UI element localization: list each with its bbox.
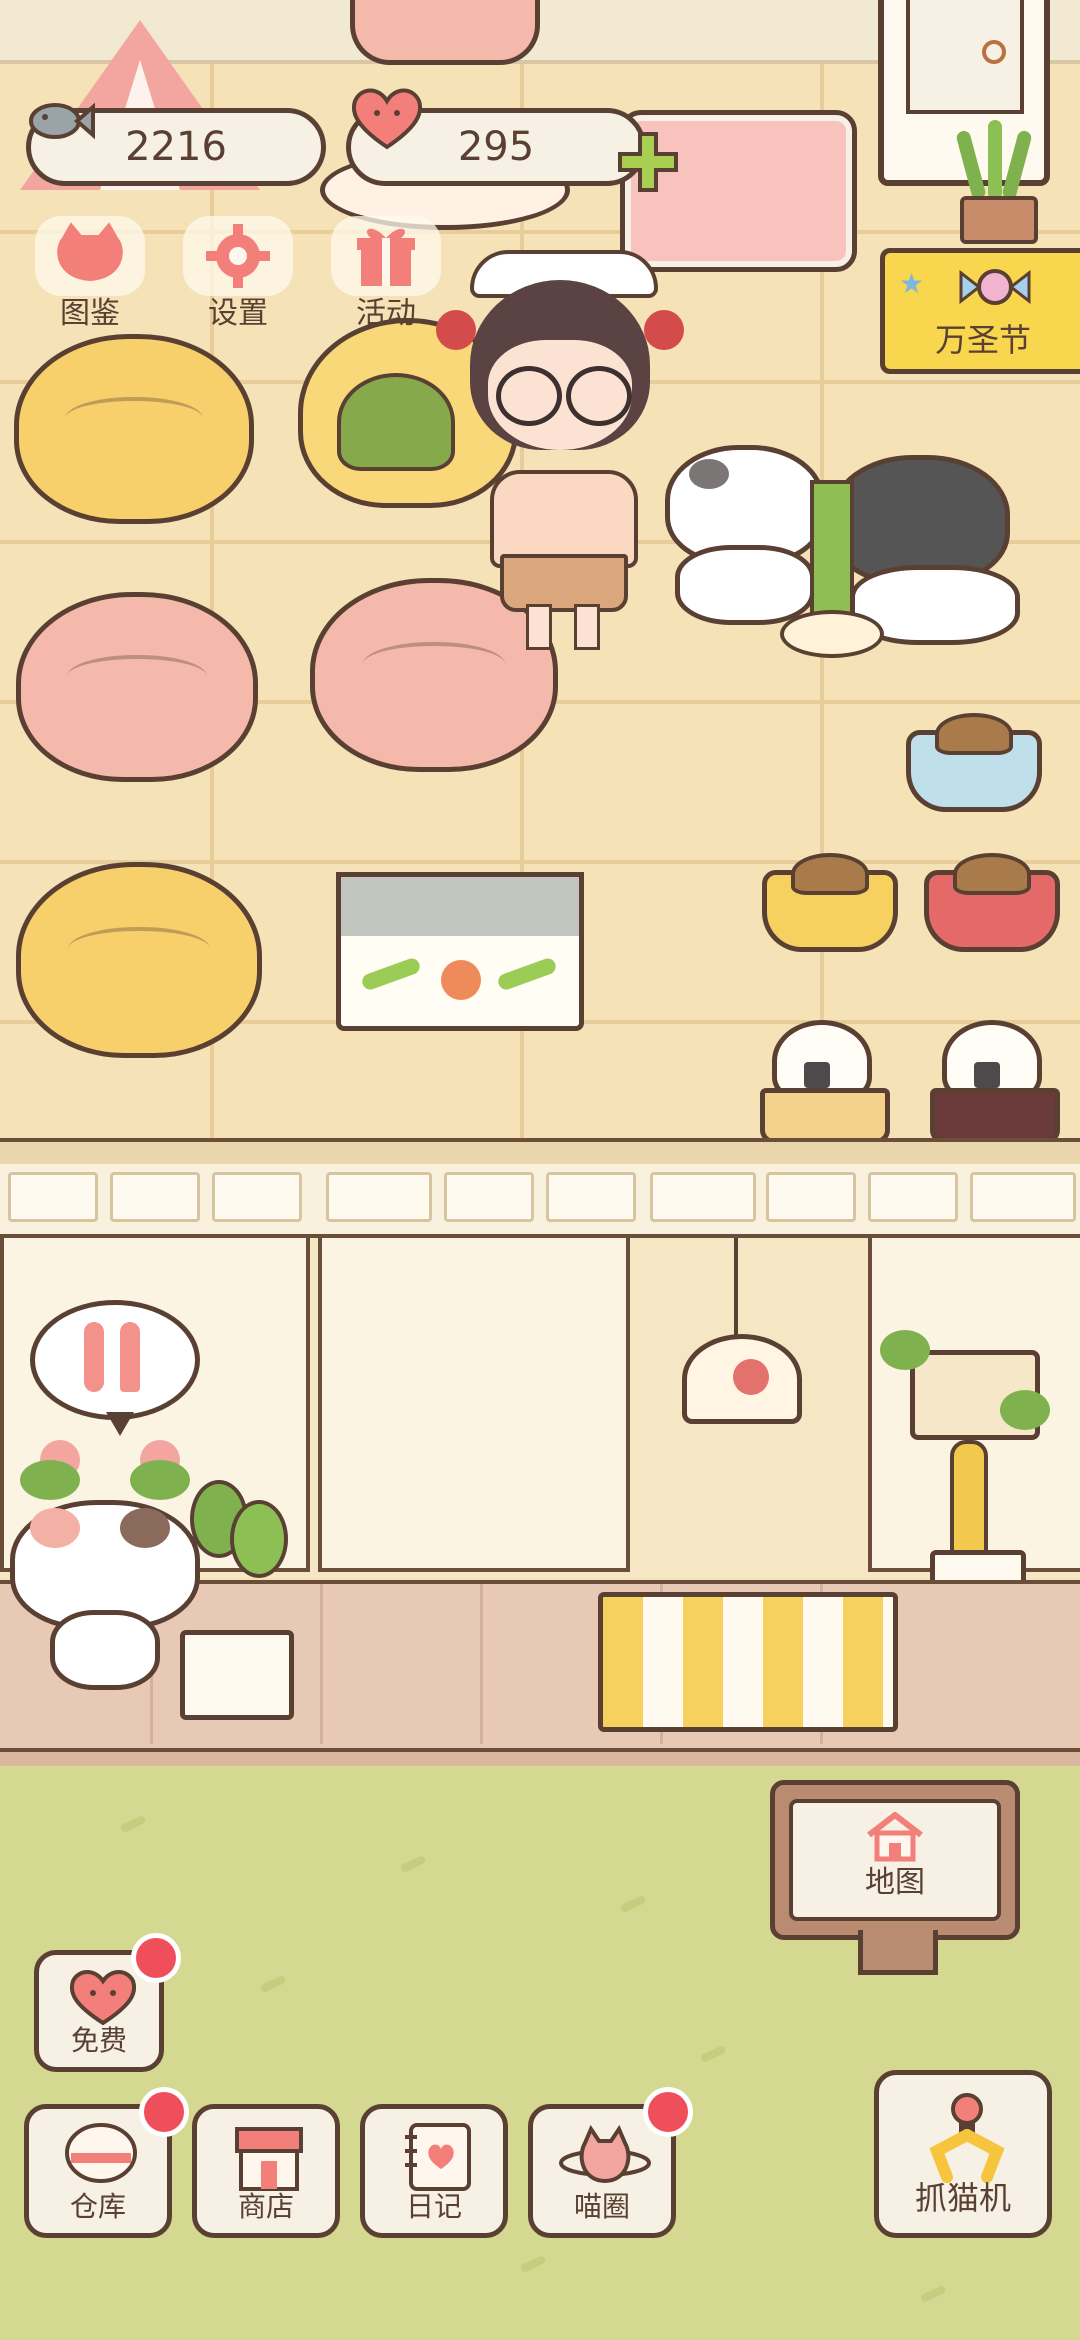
star-icon: ★ bbox=[899, 267, 925, 300]
scratching-post bbox=[780, 460, 884, 660]
fig-plant bbox=[180, 1480, 294, 1730]
eave-block bbox=[970, 1172, 1076, 1222]
wind-chime bbox=[682, 1334, 802, 1424]
menu-settings-button[interactable]: 设置 bbox=[178, 216, 298, 336]
eave-block bbox=[650, 1172, 756, 1222]
pink-cushion bbox=[16, 592, 258, 782]
cat-circle-button[interactable]: 喵圈 bbox=[528, 2087, 693, 2238]
yellow-cushion bbox=[16, 862, 262, 1058]
gift-icon bbox=[331, 216, 441, 296]
shop-button[interactable]: 商店 bbox=[192, 2104, 340, 2238]
fork-knife-icon bbox=[74, 1322, 154, 1392]
free-reward-button[interactable]: 免费 bbox=[34, 1933, 181, 2072]
notification-badge bbox=[131, 1933, 181, 1983]
menu-events-button[interactable]: 活动 bbox=[326, 216, 446, 336]
eave-block bbox=[868, 1172, 958, 1222]
porch-plank bbox=[320, 1584, 323, 1744]
notification-badge bbox=[139, 2087, 189, 2137]
wall-panel bbox=[318, 1238, 630, 1572]
food-bowl bbox=[762, 853, 898, 952]
fish-icon bbox=[25, 91, 95, 147]
striped-doormat bbox=[598, 1592, 898, 1732]
claw-machine-label: 抓猫机 bbox=[914, 2179, 1011, 2217]
cat-face-icon bbox=[35, 216, 145, 296]
heart-currency-counter[interactable]: 295 bbox=[346, 88, 646, 186]
map-sign-button[interactable]: 地图 bbox=[770, 1780, 1020, 1940]
storage-button[interactable]: 仓库 bbox=[24, 2087, 189, 2238]
diary-label: 日记 bbox=[405, 2190, 462, 2223]
menu-label: 图鉴 bbox=[60, 296, 120, 331]
plus-icon bbox=[616, 130, 680, 198]
onigiri-tray bbox=[930, 1020, 1060, 1144]
eave-block bbox=[110, 1172, 200, 1222]
menu-label: 设置 bbox=[208, 296, 268, 331]
eave-block bbox=[546, 1172, 636, 1222]
cat-circle-label: 喵圈 bbox=[573, 2190, 630, 2223]
porch-plank bbox=[480, 1584, 483, 1744]
fish-count: 2216 bbox=[125, 124, 227, 170]
eave-block bbox=[8, 1172, 98, 1222]
map-label: 地图 bbox=[865, 1865, 925, 1900]
player-character[interactable] bbox=[430, 250, 690, 650]
notification-badge bbox=[643, 2087, 693, 2137]
candy-icon bbox=[955, 259, 1035, 319]
menu-label: 活动 bbox=[356, 296, 416, 331]
heart-count: 295 bbox=[457, 124, 535, 170]
fish-currency-counter[interactable]: 2216 bbox=[26, 102, 326, 186]
onigiri-tray bbox=[760, 1020, 890, 1144]
food-request-bubble[interactable] bbox=[30, 1300, 200, 1440]
potted-plant bbox=[950, 120, 1040, 244]
porch-cat[interactable] bbox=[10, 1500, 200, 1700]
add-currency-button[interactable] bbox=[616, 130, 680, 194]
food-bowl bbox=[906, 713, 1042, 812]
eave-block bbox=[444, 1172, 534, 1222]
menu-collection-button[interactable]: 图鉴 bbox=[30, 216, 150, 336]
event-banner-label: 万圣节 bbox=[935, 321, 1032, 359]
eave-block bbox=[212, 1172, 302, 1222]
diary-button[interactable]: 日记 bbox=[360, 2104, 508, 2238]
eave-block bbox=[766, 1172, 856, 1222]
gear-icon bbox=[183, 216, 293, 296]
yellow-cushion bbox=[14, 334, 254, 524]
heart-icon bbox=[347, 83, 427, 153]
sign-post bbox=[858, 1930, 938, 1975]
floor-line bbox=[0, 230, 1080, 234]
hanging-sign bbox=[880, 1330, 1060, 1450]
halloween-event-banner[interactable]: ★ 万圣节 bbox=[880, 248, 1080, 374]
free-label: 免费 bbox=[70, 2024, 127, 2057]
eave-block bbox=[326, 1172, 432, 1222]
storage-label: 仓库 bbox=[69, 2190, 126, 2223]
chime-string bbox=[734, 1238, 738, 1338]
shop-label: 商店 bbox=[237, 2190, 294, 2223]
cardboard-box bbox=[300, 872, 610, 1032]
claw-machine-button[interactable]: 抓猫机 bbox=[874, 2070, 1052, 2238]
food-bowl bbox=[924, 853, 1060, 952]
